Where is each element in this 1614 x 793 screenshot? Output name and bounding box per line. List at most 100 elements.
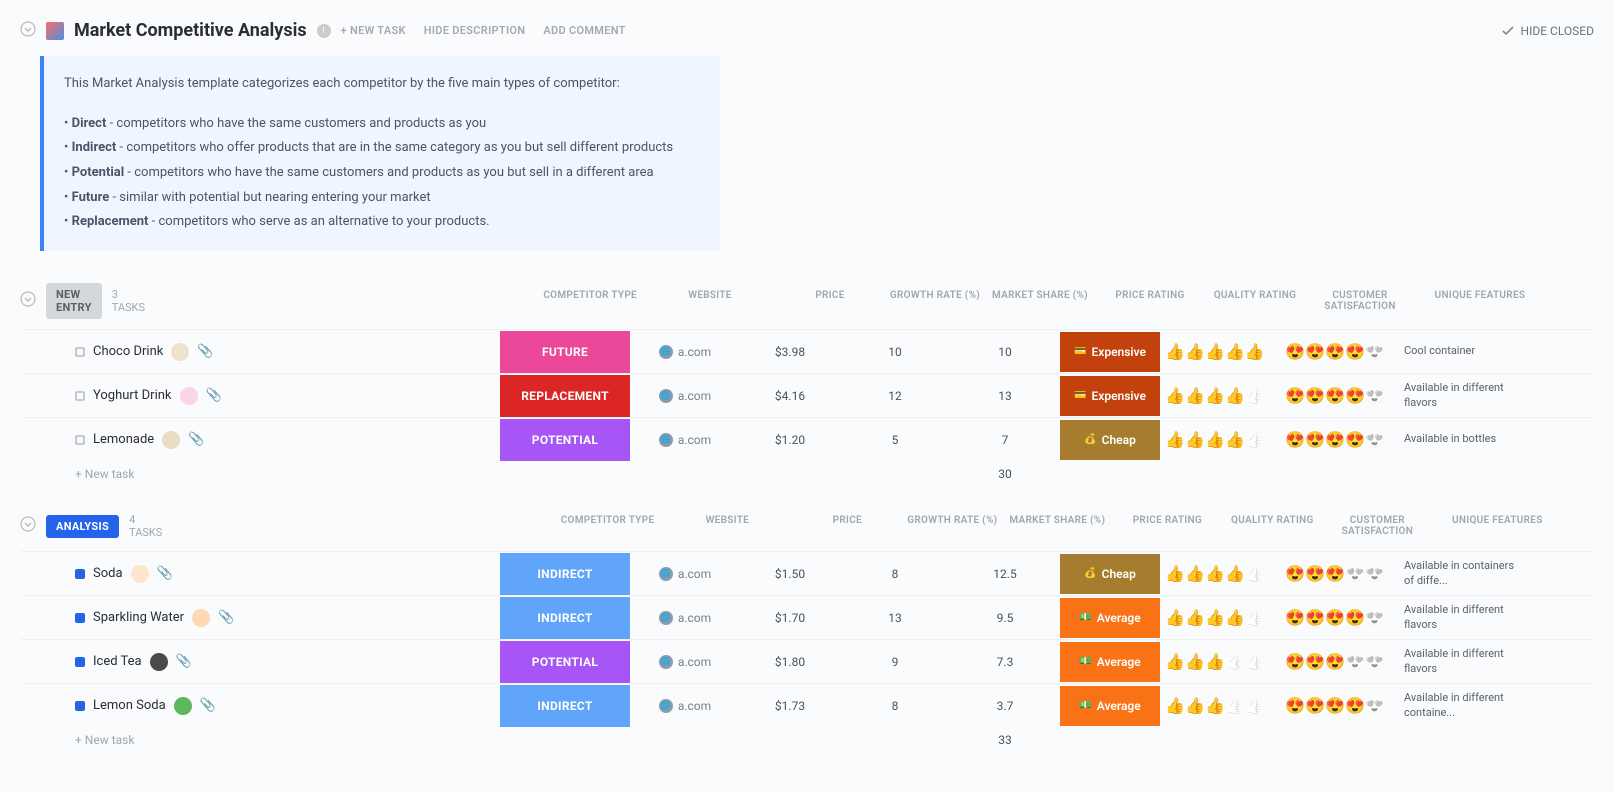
- heart-icon-dim: 😍: [1345, 652, 1365, 671]
- status-square[interactable]: [75, 657, 85, 667]
- satisfaction-rating[interactable]: 😍😍😍😍😍: [1270, 652, 1400, 671]
- task-name[interactable]: Lemonade: [93, 432, 154, 447]
- collapse-icon[interactable]: [20, 21, 36, 41]
- group-label[interactable]: ANALYSIS: [46, 515, 119, 538]
- task-name[interactable]: Iced Tea: [93, 654, 142, 669]
- price-rating-badge[interactable]: 💵Average: [1060, 686, 1160, 726]
- growth-cell: 8: [840, 567, 950, 581]
- satisfaction-rating[interactable]: 😍😍😍😍😍: [1270, 696, 1400, 715]
- avatar[interactable]: [150, 653, 168, 671]
- attachment-icon[interactable]: 📎: [188, 432, 204, 447]
- heart-icon-dim: 😍: [1365, 342, 1385, 361]
- hide-closed-button[interactable]: HIDE CLOSED: [1501, 24, 1594, 38]
- avatar[interactable]: [131, 565, 149, 583]
- status-square[interactable]: [75, 391, 85, 401]
- website-cell[interactable]: 🌐a.com: [630, 389, 740, 403]
- website-cell[interactable]: 🌐a.com: [630, 655, 740, 669]
- table-row[interactable]: Choco Drink📎FUTURE🌐a.com$3.981010💳Expens…: [20, 329, 1594, 373]
- status-square[interactable]: [75, 701, 85, 711]
- website-cell[interactable]: 🌐a.com: [630, 345, 740, 359]
- competitor-type-badge[interactable]: INDIRECT: [500, 553, 630, 595]
- competitor-type-badge[interactable]: POTENTIAL: [500, 419, 630, 461]
- competitor-type-badge[interactable]: FUTURE: [500, 331, 630, 373]
- heart-icon: 😍: [1325, 696, 1345, 715]
- table-row[interactable]: Iced Tea📎POTENTIAL🌐a.com$1.8097.3💵Averag…: [20, 639, 1594, 683]
- hide-description-button[interactable]: HIDE DESCRIPTION: [424, 24, 526, 37]
- info-icon[interactable]: i: [317, 24, 331, 38]
- price-rating-badge[interactable]: 💵Average: [1060, 642, 1160, 682]
- group-count: 3 TASKS: [112, 288, 145, 314]
- new-task-button[interactable]: + New task: [20, 467, 500, 481]
- price-rating-badge[interactable]: 💰Cheap: [1060, 420, 1160, 460]
- status-square[interactable]: [75, 347, 85, 357]
- thumb-icon: 👍: [1205, 342, 1225, 361]
- heart-icon: 😍: [1285, 342, 1305, 361]
- quality-rating[interactable]: 👍👍👍👍👍: [1160, 386, 1270, 405]
- satisfaction-rating[interactable]: 😍😍😍😍😍: [1270, 386, 1400, 405]
- quality-rating[interactable]: 👍👍👍👍👍: [1160, 652, 1270, 671]
- new-task-button[interactable]: + New task: [20, 733, 500, 747]
- satisfaction-rating[interactable]: 😍😍😍😍😍: [1270, 430, 1400, 449]
- task-name[interactable]: Yoghurt Drink: [93, 388, 172, 403]
- summary-row: + New task33: [20, 727, 1594, 753]
- table-row[interactable]: Lemon Soda📎INDIRECT🌐a.com$1.7383.7💵Avera…: [20, 683, 1594, 727]
- website-cell[interactable]: 🌐a.com: [630, 611, 740, 625]
- thumb-icon: 👍: [1185, 342, 1205, 361]
- unique-features: Available in different containe...: [1400, 691, 1520, 721]
- task-name[interactable]: Sparkling Water: [93, 610, 184, 625]
- status-square[interactable]: [75, 569, 85, 579]
- share-cell: 7.3: [950, 655, 1060, 669]
- group-collapse-icon[interactable]: [20, 291, 36, 311]
- satisfaction-rating[interactable]: 😍😍😍😍😍: [1270, 342, 1400, 361]
- table-row[interactable]: Soda📎INDIRECT🌐a.com$1.50812.5💰Cheap👍👍👍👍👍…: [20, 551, 1594, 595]
- heart-icon: 😍: [1305, 652, 1325, 671]
- thumb-icon: 👍: [1185, 430, 1205, 449]
- avatar[interactable]: [192, 609, 210, 627]
- attachment-icon[interactable]: 📎: [176, 654, 192, 669]
- status-square[interactable]: [75, 613, 85, 623]
- avatar[interactable]: [174, 697, 192, 715]
- attachment-icon[interactable]: 📎: [197, 344, 213, 359]
- group-collapse-icon[interactable]: [20, 516, 36, 536]
- thumb-icon: 👍: [1165, 342, 1185, 361]
- task-name[interactable]: Choco Drink: [93, 344, 163, 359]
- price-rating-badge[interactable]: 💰Cheap: [1060, 554, 1160, 594]
- status-square[interactable]: [75, 435, 85, 445]
- website-cell[interactable]: 🌐a.com: [630, 699, 740, 713]
- price-rating-badge[interactable]: 💳Expensive: [1060, 376, 1160, 416]
- add-comment-button[interactable]: ADD COMMENT: [543, 24, 625, 37]
- table-row[interactable]: Yoghurt Drink📎REPLACEMENT🌐a.com$4.161213…: [20, 373, 1594, 417]
- table-row[interactable]: Sparkling Water📎INDIRECT🌐a.com$1.70139.5…: [20, 595, 1594, 639]
- competitor-type-badge[interactable]: INDIRECT: [500, 685, 630, 727]
- quality-rating[interactable]: 👍👍👍👍👍: [1160, 608, 1270, 627]
- attachment-icon[interactable]: 📎: [206, 388, 222, 403]
- quality-rating[interactable]: 👍👍👍👍👍: [1160, 696, 1270, 715]
- avatar[interactable]: [162, 431, 180, 449]
- attachment-icon[interactable]: 📎: [157, 566, 173, 581]
- table-row[interactable]: Lemonade📎POTENTIAL🌐a.com$1.2057💰Cheap👍👍👍…: [20, 417, 1594, 461]
- attachment-icon[interactable]: 📎: [200, 698, 216, 713]
- quality-rating[interactable]: 👍👍👍👍👍: [1160, 564, 1270, 583]
- col-header: CUSTOMER SATISFACTION: [1305, 286, 1415, 316]
- task-name[interactable]: Soda: [93, 566, 123, 581]
- competitor-type-badge[interactable]: INDIRECT: [500, 597, 630, 639]
- satisfaction-rating[interactable]: 😍😍😍😍😍: [1270, 564, 1400, 583]
- price-rating-icon: 💵: [1079, 700, 1091, 711]
- new-task-button[interactable]: + NEW TASK: [341, 24, 406, 37]
- competitor-type-badge[interactable]: REPLACEMENT: [500, 375, 630, 417]
- description-bullet: Replacement - competitors who serve as a…: [64, 210, 700, 235]
- price-rating-badge[interactable]: 💳Expensive: [1060, 332, 1160, 372]
- task-name[interactable]: Lemon Soda: [93, 698, 166, 713]
- quality-rating[interactable]: 👍👍👍👍👍: [1160, 430, 1270, 449]
- avatar[interactable]: [180, 387, 198, 405]
- attachment-icon[interactable]: 📎: [218, 610, 234, 625]
- avatar[interactable]: [171, 343, 189, 361]
- website-cell[interactable]: 🌐a.com: [630, 433, 740, 447]
- heart-icon: 😍: [1285, 608, 1305, 627]
- quality-rating[interactable]: 👍👍👍👍👍: [1160, 342, 1270, 361]
- competitor-type-badge[interactable]: POTENTIAL: [500, 641, 630, 683]
- group-label[interactable]: NEW ENTRY: [46, 283, 102, 319]
- price-rating-badge[interactable]: 💵Average: [1060, 598, 1160, 638]
- satisfaction-rating[interactable]: 😍😍😍😍😍: [1270, 608, 1400, 627]
- website-cell[interactable]: 🌐a.com: [630, 567, 740, 581]
